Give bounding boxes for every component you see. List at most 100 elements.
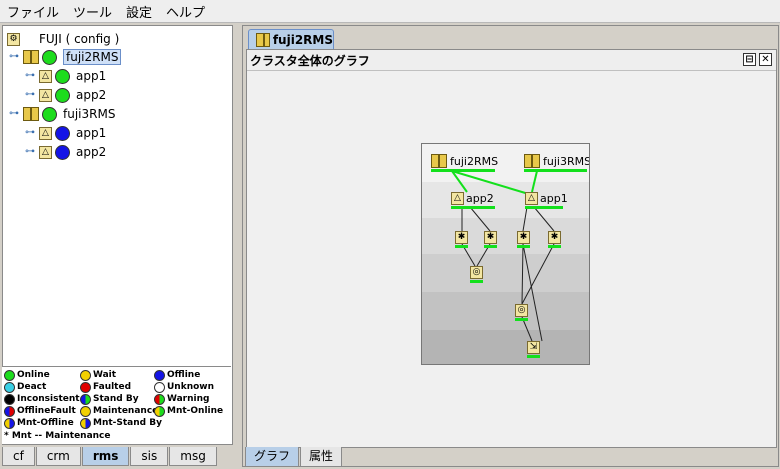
tree-root[interactable]: ⚙ FUJI ( config ) <box>7 30 119 48</box>
legend-item: Faulted <box>80 381 131 393</box>
status-online-icon <box>55 87 70 103</box>
legend-dot-icon <box>4 381 15 393</box>
legend-item: Offline <box>154 369 200 381</box>
status-offline-icon <box>55 144 70 160</box>
status-bar-online <box>517 245 530 248</box>
tree-app-fuji2-app1[interactable]: ⊶ △ app1 <box>25 67 106 85</box>
tree-app-fuji3-app1[interactable]: ⊶ △ app1 <box>25 124 106 142</box>
status-bar-online <box>455 245 468 248</box>
tab-attributes[interactable]: 属性 <box>300 447 343 467</box>
graph-edge <box>521 243 524 305</box>
graph-edges <box>451 170 555 342</box>
graph-app-app1[interactable]: △ app1 <box>525 192 568 205</box>
tab-rms[interactable]: rms <box>81 447 130 466</box>
graph-resource-node[interactable]: ◎ <box>515 304 528 317</box>
graph-edge <box>521 243 555 305</box>
legend-item: Warning <box>154 393 209 405</box>
app-icon: △ <box>525 192 538 205</box>
graph-app-app2[interactable]: △ app2 <box>451 192 494 205</box>
status-bar-online <box>484 245 497 248</box>
graph-resource-node[interactable]: ✱ <box>455 231 468 244</box>
legend-dot-icon <box>4 405 15 417</box>
legend-item: Mnt-Stand By <box>80 417 162 429</box>
legend-dot-icon <box>154 381 165 393</box>
graph-node-fuji2rms[interactable]: fuji2RMS <box>431 154 498 168</box>
tree-node-fuji3rms[interactable]: ⊶ fuji3RMS <box>9 105 115 123</box>
legend-item: Inconsistent <box>4 393 80 405</box>
resource-icon: ✱ <box>455 231 468 244</box>
legend-dot-icon <box>154 405 165 417</box>
tab-graph[interactable]: グラフ <box>245 447 300 467</box>
server-icon <box>23 50 39 64</box>
legend-dot-icon <box>80 369 91 381</box>
legend-item: Unknown <box>154 381 214 393</box>
graph-resource-node[interactable]: ✱ <box>484 231 497 244</box>
bottom-tab-bar: グラフ 属性 <box>245 447 343 467</box>
resource-icon: ⇲ <box>527 341 540 354</box>
legend-dot-icon <box>4 393 15 405</box>
legend-dot-icon <box>154 393 165 405</box>
app-icon: △ <box>451 192 464 205</box>
tab-crm[interactable]: crm <box>35 447 81 466</box>
status-bar-online <box>527 355 540 358</box>
tree-node-label: fuji3RMS <box>63 107 116 121</box>
restore-icon[interactable]: ⊟ <box>743 53 756 66</box>
panel-title-bar: クラスタ全体のグラフ ⊟ ✕ <box>247 50 776 71</box>
cluster-graph: fuji2RMS fuji3RMS △ app2 △ app1 ✱ ✱ ✱ ✱ … <box>421 143 590 365</box>
panel-title: クラスタ全体のグラフ <box>250 53 370 68</box>
menu-tools[interactable]: ツール <box>66 2 119 21</box>
tree-app-fuji3-app2[interactable]: ⊶ △ app2 <box>25 143 106 161</box>
tab-fuji2rms[interactable]: fuji2RMS <box>248 29 334 50</box>
left-tab-bar: cf crm rms sis msg <box>2 447 218 467</box>
graph-resource-node[interactable]: ✱ <box>517 231 530 244</box>
tree-connector-icon: ⊶ <box>25 127 35 138</box>
app-icon: △ <box>39 88 52 102</box>
app-icon: △ <box>39 126 52 140</box>
server-icon <box>23 107 39 121</box>
graph-resource-node[interactable]: ◎ <box>470 266 483 279</box>
legend-item: Mnt-Online <box>154 405 223 417</box>
status-online-icon <box>42 106 57 122</box>
menu-help[interactable]: ヘルプ <box>159 2 212 21</box>
graph-edge <box>522 206 528 232</box>
legend-dot-icon <box>80 405 91 417</box>
tree-node-label: fuji2RMS <box>63 49 122 65</box>
graph-node-fuji3rms[interactable]: fuji3RMS <box>524 154 589 168</box>
app-icon: △ <box>39 145 52 159</box>
tab-msg[interactable]: msg <box>169 447 217 466</box>
tree-app-label: app1 <box>76 69 107 83</box>
status-offline-icon <box>55 125 70 141</box>
graph-edge <box>469 206 491 232</box>
legend-footnote: * Mnt -- Maintenance <box>4 431 111 441</box>
graph-resource-node[interactable]: ✱ <box>548 231 561 244</box>
resource-icon: ◎ <box>515 304 528 317</box>
graph-edge <box>531 170 538 193</box>
legend-dot-icon <box>80 417 91 429</box>
status-bar-online <box>431 169 495 172</box>
menu-settings[interactable]: 設定 <box>119 2 159 21</box>
server-icon <box>431 154 447 168</box>
status-online-icon <box>42 49 57 65</box>
tree-app-label: app2 <box>76 145 107 159</box>
tree-connector-icon: ⊶ <box>9 108 19 119</box>
graph-resource-node[interactable]: ⇲ <box>527 341 540 354</box>
tree-app-fuji2-app2[interactable]: ⊶ △ app2 <box>25 86 106 104</box>
tree-app-label: app1 <box>76 126 107 140</box>
legend-item: Maintenance <box>80 405 158 417</box>
tree-connector-icon: ⊶ <box>25 146 35 157</box>
menu-file[interactable]: ファイル <box>0 2 66 21</box>
resource-icon: ✱ <box>548 231 561 244</box>
tree-connector-icon: ⊶ <box>9 51 19 62</box>
tree-connector-icon: ⊶ <box>25 70 35 81</box>
legend-item: Stand By <box>80 393 139 405</box>
status-legend: Online Wait Offline Deact Faulted Unknow… <box>2 366 231 444</box>
legend-item: Deact <box>4 381 46 393</box>
tree-node-fuji2rms[interactable]: ⊶ fuji2RMS <box>9 48 122 66</box>
status-bar-online <box>525 206 563 209</box>
tab-cf[interactable]: cf <box>2 447 35 466</box>
legend-dot-icon <box>4 369 15 381</box>
menu-bar: ファイル ツール 設定 ヘルプ <box>0 0 780 23</box>
close-icon[interactable]: ✕ <box>759 53 772 66</box>
tab-sis[interactable]: sis <box>130 447 169 466</box>
resource-icon: ✱ <box>484 231 497 244</box>
